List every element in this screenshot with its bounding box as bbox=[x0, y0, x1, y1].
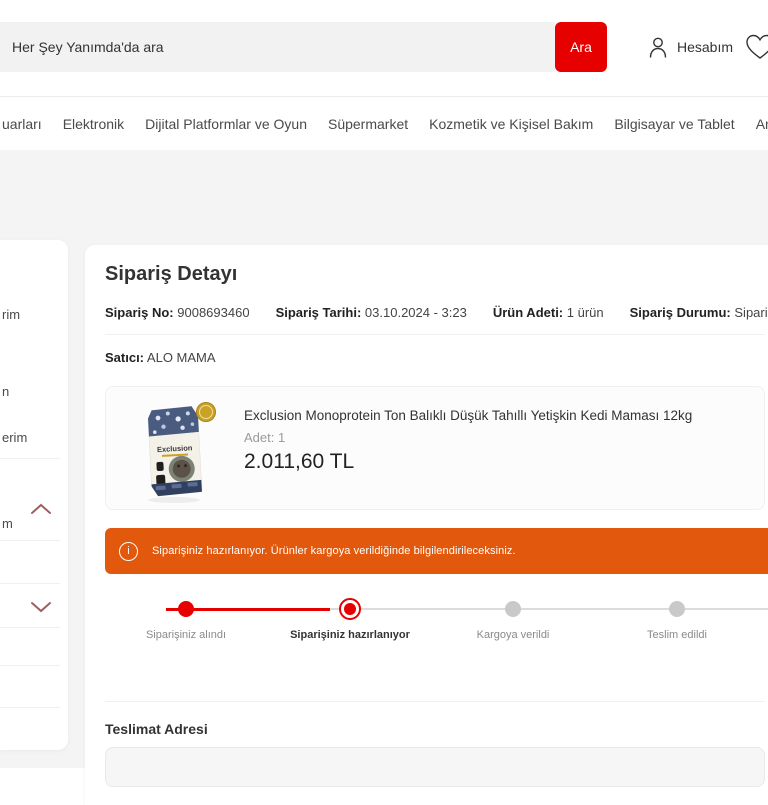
order-number: Sipariş No: 9008693460 bbox=[105, 305, 250, 320]
nav-item-supermarket[interactable]: Süpermarket bbox=[328, 116, 408, 132]
category-nav: uarları Elektronik Dijital Platformlar v… bbox=[0, 97, 768, 150]
nav-item-bilgisayar-tablet[interactable]: Bilgisayar ve Tablet bbox=[614, 116, 734, 132]
search-bar: Ara bbox=[0, 22, 607, 72]
seller-row: Satıcı: ALO MAMA bbox=[105, 350, 216, 365]
divider bbox=[0, 540, 60, 541]
sidebar-item[interactable]: erim bbox=[2, 430, 27, 445]
divider bbox=[0, 583, 60, 584]
wishlist-icon[interactable] bbox=[745, 33, 768, 66]
order-progress-tracker: Siparişiniz alındı Siparişiniz hazırlanı… bbox=[85, 586, 768, 650]
divider bbox=[0, 627, 60, 628]
status-alert: i Siparişiniz hazırlanıyor. Ürünler karg… bbox=[105, 528, 768, 574]
delivery-address-box bbox=[105, 747, 765, 787]
divider bbox=[105, 701, 765, 702]
progress-label-delivered: Teslim edildi bbox=[647, 629, 707, 641]
divider bbox=[105, 334, 765, 335]
product-card[interactable]: Exclusion Exclusion Monoprotein Ton Balı… bbox=[105, 386, 765, 510]
product-price: 2.011,60 TL bbox=[244, 450, 355, 473]
progress-track bbox=[330, 608, 768, 610]
nav-item-dijital-platformlar[interactable]: Dijital Platformlar ve Oyun bbox=[145, 116, 307, 132]
divider bbox=[0, 707, 60, 708]
nav-item-anne-bebek[interactable]: Anne Beb bbox=[756, 116, 768, 132]
progress-dot-preparing bbox=[339, 598, 361, 620]
user-icon bbox=[648, 36, 668, 59]
account-button[interactable]: Hesabım bbox=[648, 22, 733, 72]
delivery-address-title: Teslimat Adresi bbox=[105, 721, 208, 737]
divider bbox=[0, 665, 60, 666]
account-label: Hesabım bbox=[677, 39, 734, 55]
order-date: Sipariş Tarihi: 03.10.2024 - 3:23 bbox=[275, 305, 467, 320]
order-detail-panel: Sipariş Detayı Sipariş No: 9008693460 Si… bbox=[85, 245, 768, 805]
order-meta: Sipariş No: 9008693460 Sipariş Tarihi: 0… bbox=[105, 305, 768, 320]
chevron-up-icon[interactable] bbox=[30, 502, 52, 521]
nav-item-aksesuarlari[interactable]: uarları bbox=[2, 116, 42, 132]
search-input[interactable] bbox=[0, 22, 555, 72]
nav-item-kozmetik[interactable]: Kozmetik ve Kişisel Bakım bbox=[429, 116, 593, 132]
product-title: Exclusion Monoprotein Ton Balıklı Düşük … bbox=[244, 408, 693, 423]
page-title: Sipariş Detayı bbox=[105, 263, 238, 285]
divider bbox=[0, 458, 60, 459]
product-info: Exclusion Monoprotein Ton Balıklı Düşük … bbox=[244, 387, 692, 474]
svg-text:Exclusion: Exclusion bbox=[157, 443, 193, 454]
status-alert-text: Siparişiniz hazırlanıyor. Ürünler kargoy… bbox=[152, 545, 516, 557]
order-item-count: Ürün Adeti: 1 ürün bbox=[492, 305, 604, 320]
progress-label-preparing: Siparişiniz hazırlanıyor bbox=[290, 629, 410, 641]
sidebar-item[interactable]: rim bbox=[2, 307, 20, 322]
product-quantity: Adet: 1 bbox=[244, 430, 286, 445]
account-sidebar: rim n erim m bbox=[0, 240, 68, 750]
product-image: Exclusion bbox=[132, 395, 224, 505]
header: Ara Hesabım bbox=[0, 0, 768, 97]
progress-dot-shipped bbox=[505, 601, 521, 617]
sidebar-item[interactable]: n bbox=[2, 384, 9, 399]
progress-dot-received bbox=[178, 601, 194, 617]
progress-dot-delivered bbox=[669, 601, 685, 617]
info-icon: i bbox=[119, 541, 138, 561]
sidebar-item[interactable]: m bbox=[2, 516, 13, 531]
order-status: Sipariş Durumu: Siparişiniz hazırlanıyor bbox=[629, 305, 768, 320]
progress-label-shipped: Kargoya verildi bbox=[476, 629, 550, 641]
progress-label-received: Siparişiniz alındı bbox=[145, 629, 227, 641]
search-button[interactable]: Ara bbox=[555, 22, 607, 72]
chevron-down-icon[interactable] bbox=[30, 600, 52, 619]
nav-item-elektronik[interactable]: Elektronik bbox=[63, 116, 124, 132]
